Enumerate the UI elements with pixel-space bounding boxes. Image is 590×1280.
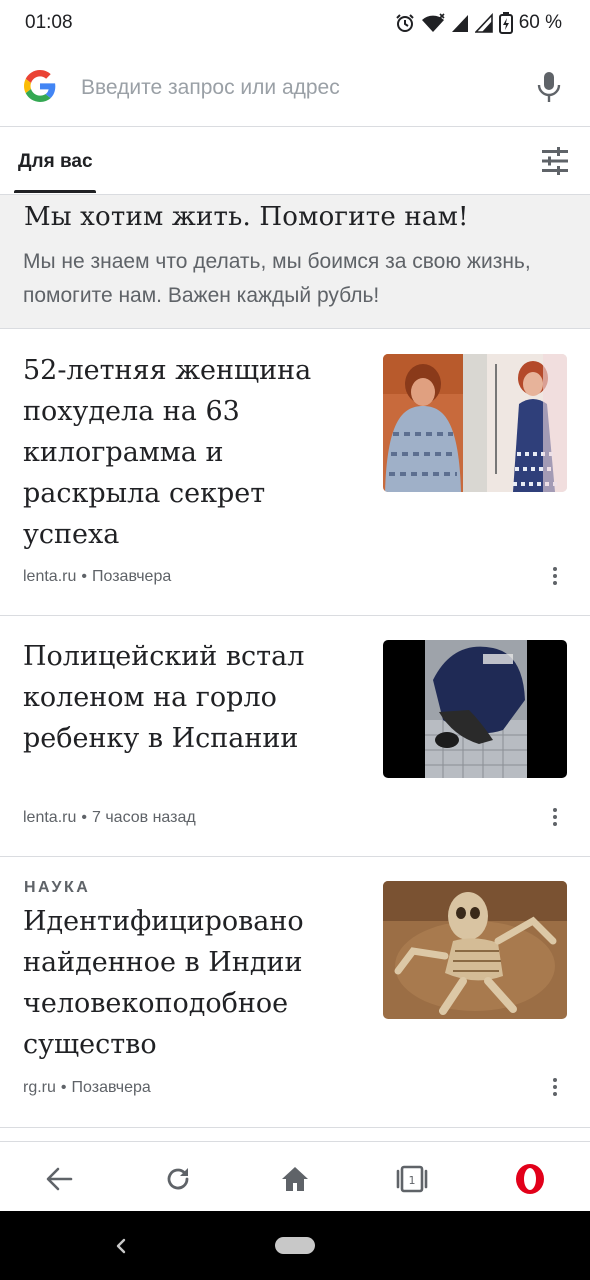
article-title[interactable]: Полицейский встал коленом на горло ребен… [23, 636, 358, 759]
article-source[interactable]: lenta.ru [23, 568, 76, 585]
status-bar: 01:08 60 % [0, 0, 590, 46]
article-source[interactable]: lenta.ru [23, 809, 76, 826]
google-logo-icon[interactable] [24, 70, 56, 102]
article-title[interactable]: 52-летняя женщина похудела на 63 килогра… [23, 350, 358, 555]
search-bar [0, 56, 590, 118]
more-options-icon[interactable] [545, 805, 565, 829]
browser-bottom-bar: 1 [0, 1141, 590, 1211]
police-photo-image [383, 640, 567, 778]
feed-settings-icon[interactable] [540, 147, 570, 175]
article-meta: lenta.ru • Позавчера [23, 568, 171, 586]
system-back-icon[interactable] [113, 1235, 129, 1257]
more-options-icon[interactable] [545, 1075, 565, 1099]
article-thumbnail[interactable] [383, 640, 567, 778]
separator-dot: • [81, 568, 87, 585]
article-thumbnail[interactable] [383, 354, 567, 492]
promo-banner[interactable]: Мы хотим жить. Помогите нам! Мы не знаем… [0, 195, 590, 329]
status-time: 01:08 [25, 12, 73, 33]
reload-icon[interactable] [161, 1162, 195, 1196]
system-navigation-bar [0, 1211, 590, 1280]
home-icon[interactable] [278, 1162, 312, 1196]
separator-dot: • [81, 809, 87, 826]
weight-loss-photo-image [383, 354, 567, 492]
tabs-icon[interactable]: 1 [395, 1162, 429, 1196]
tab-count: 1 [409, 1174, 416, 1187]
promo-title: Мы хотим жить. Помогите нам! [24, 202, 469, 232]
article-time: Позавчера [91, 568, 172, 585]
article-thumbnail[interactable] [383, 881, 567, 1019]
article-category: НАУКА [24, 879, 91, 896]
tab-indicator [14, 190, 96, 193]
article-card[interactable]: 52-летняя женщина похудела на 63 килогра… [0, 330, 590, 616]
promo-text: Мы не знаем что делать, мы боимся за сво… [23, 250, 531, 307]
status-icons: 60 % [395, 12, 562, 34]
divider [0, 1127, 590, 1128]
article-card[interactable]: Полицейский встал коленом на горло ребен… [0, 616, 590, 856]
skeleton-photo-image [383, 881, 567, 1019]
battery-percent: 60 % [518, 12, 562, 33]
article-card[interactable]: НАУКА Идентифицировано найденное в Индии… [0, 857, 590, 1127]
battery-icon [498, 12, 513, 34]
search-input[interactable] [81, 72, 501, 104]
article-time: 7 часов назад [91, 809, 196, 826]
back-icon[interactable] [42, 1162, 76, 1196]
more-options-icon[interactable] [545, 564, 565, 588]
separator-dot: • [60, 1079, 67, 1096]
article-meta: rg.ru • Позавчера [23, 1079, 151, 1097]
signal-icon [451, 15, 468, 32]
article-time: Позавчера [71, 1079, 151, 1096]
tab-for-you[interactable]: Для вас [18, 151, 93, 173]
system-home-pill[interactable] [275, 1237, 315, 1254]
article-source[interactable]: rg.ru [23, 1079, 56, 1096]
opera-menu-icon[interactable] [513, 1162, 547, 1196]
alarm-icon [395, 14, 414, 32]
feed-tabs: Для вас [0, 127, 590, 195]
article-meta: lenta.ru • 7 часов назад [23, 809, 196, 827]
article-title[interactable]: Идентифицировано найденное в Индии челов… [23, 901, 358, 1065]
wifi-icon [421, 13, 445, 32]
signal-icon [474, 13, 493, 33]
microphone-icon[interactable] [536, 70, 562, 104]
